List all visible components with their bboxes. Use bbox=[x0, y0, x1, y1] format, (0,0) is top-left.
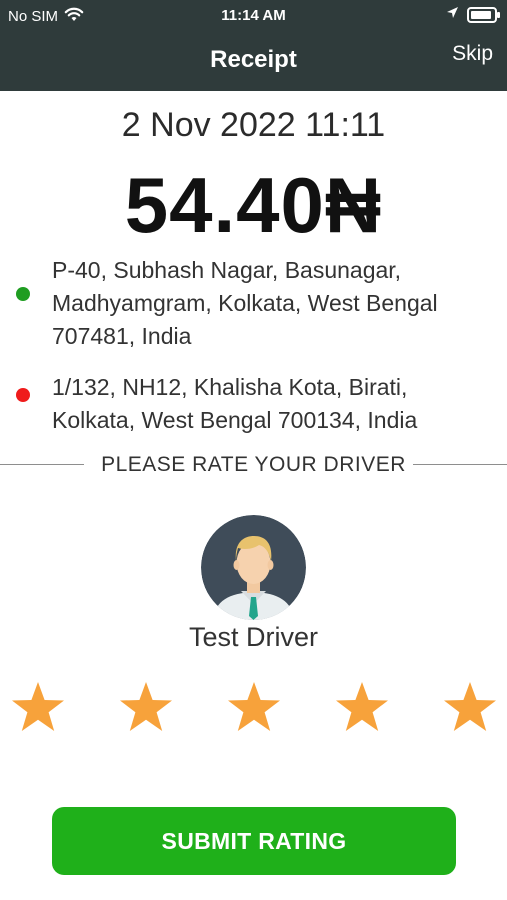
pickup-address-line: P-40, Subhash Nagar, Basunagar, bbox=[52, 257, 402, 283]
driver-avatar-icon bbox=[201, 515, 306, 620]
star-5-icon[interactable] bbox=[442, 680, 498, 734]
driver-name: Test Driver bbox=[188, 622, 318, 652]
pickup-address-line: 707481, India bbox=[52, 323, 192, 349]
star-3-icon[interactable] bbox=[226, 680, 282, 734]
pickup-address-line: Madhyamgram, Kolkata, West Bengal bbox=[52, 290, 438, 316]
star-2-icon[interactable] bbox=[118, 680, 174, 734]
dropoff-address: 1/132, NH12, Khalisha Kota, Birati, Kolk… bbox=[52, 371, 492, 437]
dropoff-address-line: Kolkata, West Bengal 700134, India bbox=[52, 407, 418, 433]
rate-prompt: PLEASE RATE YOUR DRIVER bbox=[101, 453, 406, 476]
receipt-amount: 54.40₦ bbox=[124, 161, 383, 249]
skip-button[interactable]: Skip bbox=[452, 42, 493, 66]
submit-rating-button[interactable]: SUBMIT RATING bbox=[52, 807, 456, 875]
status-time: 11:14 AM bbox=[221, 7, 286, 24]
status-bar: No SIM 11:14 AM bbox=[0, 0, 507, 32]
rate-divider: PLEASE RATE YOUR DRIVER bbox=[0, 452, 507, 478]
receipt-datetime: 2 Nov 2022 11:11 bbox=[121, 106, 386, 144]
dropoff-dot-icon bbox=[16, 388, 30, 402]
pickup-dot-icon bbox=[16, 287, 30, 301]
app-header: No SIM 11:14 AM Receipt Skip bbox=[0, 0, 507, 91]
star-1-icon[interactable] bbox=[10, 680, 66, 734]
status-right bbox=[446, 6, 500, 23]
location-arrow-icon bbox=[446, 6, 459, 23]
pickup-address: P-40, Subhash Nagar, Basunagar, Madhyamg… bbox=[52, 254, 492, 353]
star-4-icon[interactable] bbox=[334, 680, 390, 734]
page-title: Receipt bbox=[210, 46, 297, 73]
divider-line-right bbox=[413, 464, 507, 465]
dropoff-address-line: 1/132, NH12, Khalisha Kota, Birati, bbox=[52, 374, 408, 400]
battery-icon bbox=[467, 6, 500, 23]
